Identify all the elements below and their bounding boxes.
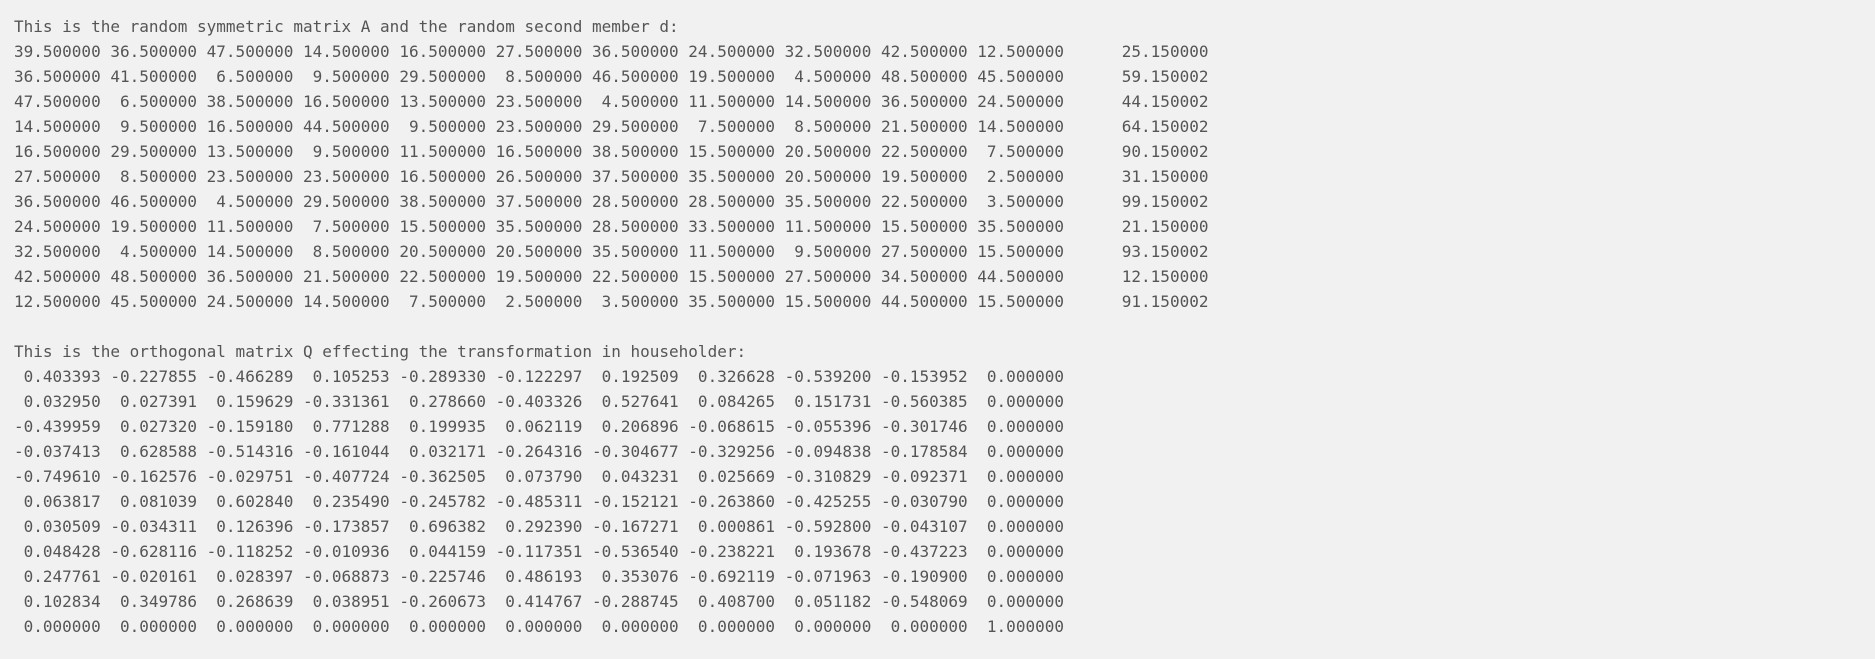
matrix-a-row: 14.500000 9.500000 16.500000 44.500000 9… [14, 117, 1209, 136]
matrix-a-row: 12.500000 45.500000 24.500000 14.500000 … [14, 292, 1209, 311]
matrix-q-row: 0.247761 -0.020161 0.028397 -0.068873 -0… [14, 567, 1064, 586]
matrix-q-row: 0.000000 0.000000 0.000000 0.000000 0.00… [14, 617, 1064, 636]
matrix-a-row: 47.500000 6.500000 38.500000 16.500000 1… [14, 92, 1209, 111]
matrix-q-row: 0.032950 0.027391 0.159629 -0.331361 0.2… [14, 392, 1064, 411]
matrix-a-row: 42.500000 48.500000 36.500000 21.500000 … [14, 267, 1209, 286]
matrix-q-row: 0.102834 0.349786 0.268639 0.038951 -0.2… [14, 592, 1064, 611]
matrix-q-row: 0.048428 -0.628116 -0.118252 -0.010936 0… [14, 542, 1064, 561]
matrix-q-row: 0.403393 -0.227855 -0.466289 0.105253 -0… [14, 367, 1064, 386]
matrix-a-row: 39.500000 36.500000 47.500000 14.500000 … [14, 42, 1209, 61]
matrix-a-row: 24.500000 19.500000 11.500000 7.500000 1… [14, 217, 1209, 236]
matrix-a-row: 36.500000 41.500000 6.500000 9.500000 29… [14, 67, 1209, 86]
heading-matrix-a: This is the random symmetric matrix A an… [14, 17, 679, 36]
matrix-q-row: 0.030509 -0.034311 0.126396 -0.173857 0.… [14, 517, 1064, 536]
matrix-q-row: -0.749610 -0.162576 -0.029751 -0.407724 … [14, 467, 1064, 486]
matrix-q-row: 0.063817 0.081039 0.602840 0.235490 -0.2… [14, 492, 1064, 511]
matrix-a-row: 27.500000 8.500000 23.500000 23.500000 1… [14, 167, 1209, 186]
matrix-a-row: 16.500000 29.500000 13.500000 9.500000 1… [14, 142, 1209, 161]
heading-matrix-q: This is the orthogonal matrix Q effectin… [14, 342, 747, 361]
matrix-a-row: 32.500000 4.500000 14.500000 8.500000 20… [14, 242, 1209, 261]
console-output[interactable]: This is the random symmetric matrix A an… [0, 0, 1875, 659]
matrix-a-row: 36.500000 46.500000 4.500000 29.500000 3… [14, 192, 1209, 211]
matrix-q-row: -0.037413 0.628588 -0.514316 -0.161044 0… [14, 442, 1064, 461]
matrix-q-row: -0.439959 0.027320 -0.159180 0.771288 0.… [14, 417, 1064, 436]
